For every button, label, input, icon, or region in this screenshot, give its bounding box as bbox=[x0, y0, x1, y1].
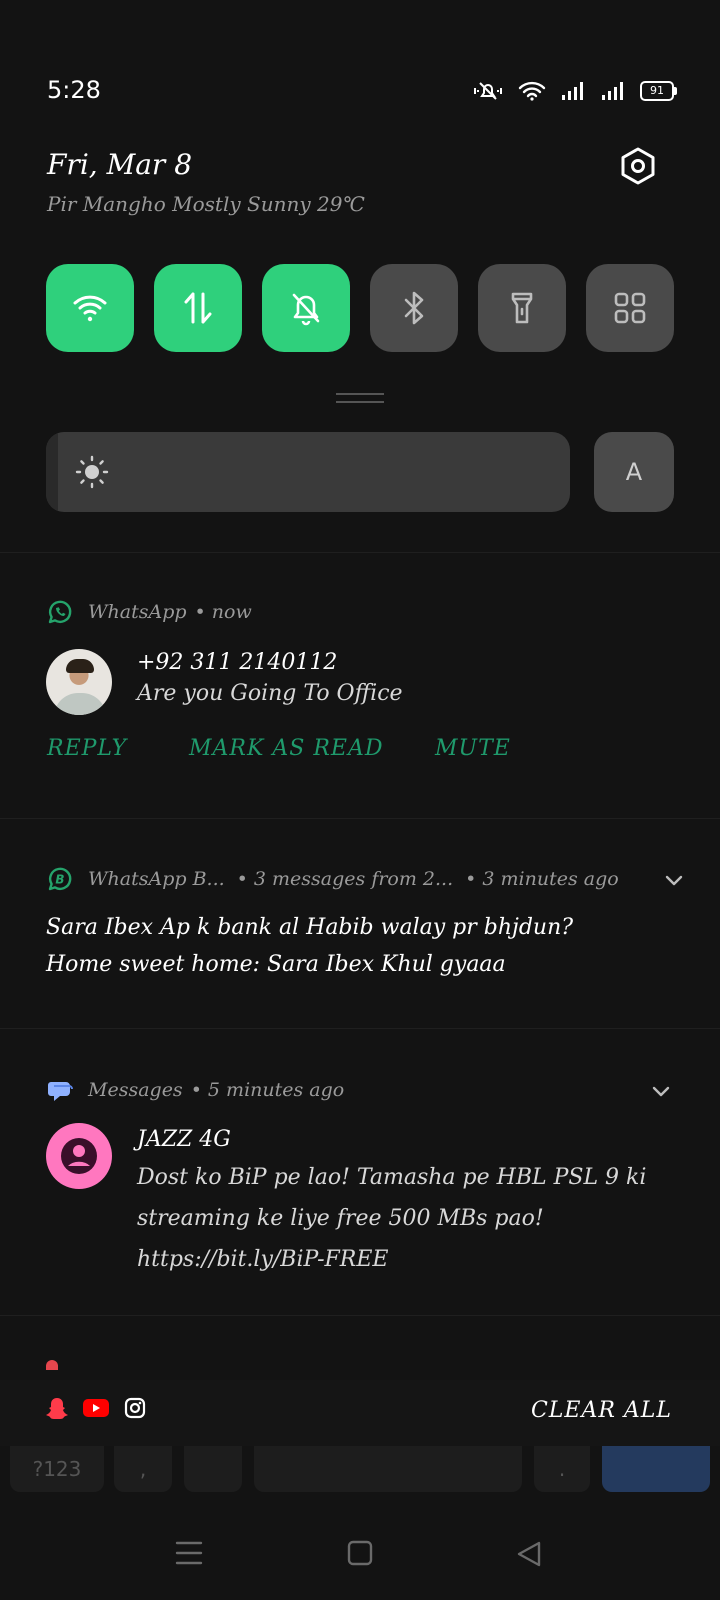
person-icon bbox=[61, 1138, 97, 1174]
tile-wifi[interactable] bbox=[46, 264, 134, 352]
notification-sender: +92 311 2140112 bbox=[137, 650, 338, 675]
app-name: WhatsApp bbox=[88, 601, 187, 623]
weather-label: Pir Mangho Mostly Sunny 29℃ bbox=[47, 192, 365, 216]
notification-header[interactable]: B WhatsApp B... • 3 messages from 2... •… bbox=[46, 865, 619, 893]
avatar bbox=[46, 1123, 112, 1189]
divider bbox=[0, 818, 720, 819]
notification-time: • now bbox=[194, 601, 252, 623]
wifi-icon bbox=[518, 81, 546, 101]
notification-message: Are you Going To Office bbox=[137, 681, 403, 706]
partial-notification-icon bbox=[46, 1360, 58, 1370]
chevron-down-icon[interactable] bbox=[651, 1085, 671, 1099]
quick-settings-tiles bbox=[46, 264, 674, 352]
battery-icon: 91 bbox=[640, 81, 677, 101]
bell-off-icon bbox=[292, 293, 320, 326]
keyboard-comma-key: , bbox=[114, 1446, 172, 1492]
notification-header[interactable]: Messages • 5 minutes ago bbox=[46, 1076, 344, 1104]
snapchat-icon bbox=[46, 1398, 68, 1419]
clear-all-button[interactable]: CLEAR ALL bbox=[531, 1398, 672, 1423]
status-icons: 91 bbox=[472, 80, 677, 102]
date-label: Fri, Mar 8 bbox=[47, 148, 193, 181]
tile-mobile-data[interactable] bbox=[154, 264, 242, 352]
brightness-fill bbox=[46, 432, 58, 512]
keyboard-space-key bbox=[254, 1446, 522, 1492]
keyboard-emoji-key bbox=[184, 1446, 242, 1492]
notification-time: • 5 minutes ago bbox=[190, 1079, 345, 1101]
wifi-icon bbox=[73, 295, 107, 322]
signal-icon bbox=[562, 82, 583, 100]
avatar bbox=[46, 649, 112, 715]
notification-sender: JAZZ 4G bbox=[137, 1127, 231, 1152]
signal-icon bbox=[602, 82, 623, 100]
messages-icon bbox=[48, 1082, 73, 1101]
bluetooth-icon bbox=[404, 291, 424, 325]
auto-brightness-button[interactable]: A bbox=[594, 432, 674, 512]
whatsapp-business-icon: B bbox=[48, 867, 72, 891]
tile-bluetooth[interactable] bbox=[370, 264, 458, 352]
svg-text:B: B bbox=[55, 873, 64, 887]
keyboard-enter-key bbox=[602, 1446, 710, 1492]
notification-summary: • 3 messages from 2... bbox=[236, 868, 454, 890]
app-name: WhatsApp B... bbox=[88, 868, 225, 890]
tile-flashlight[interactable] bbox=[478, 264, 566, 352]
menu-icon[interactable] bbox=[175, 1540, 203, 1566]
app-name: Messages bbox=[88, 1079, 183, 1101]
youtube-icon bbox=[83, 1399, 109, 1417]
divider bbox=[0, 552, 720, 553]
notification-message: Dost ko BiP pe lao! Tamasha pe HBL PSL 9… bbox=[137, 1165, 647, 1272]
home-icon[interactable] bbox=[347, 1540, 373, 1566]
whatsapp-icon bbox=[48, 600, 72, 624]
footer-app-icons bbox=[46, 1396, 146, 1420]
notification-line: Sara Ibex Ap k bank al Habib walay pr bh… bbox=[46, 915, 574, 940]
grid-icon bbox=[614, 292, 646, 324]
divider bbox=[0, 1315, 720, 1316]
flashlight-icon bbox=[511, 292, 533, 324]
divider bbox=[0, 1028, 720, 1029]
reply-button[interactable]: REPLY bbox=[47, 736, 127, 761]
back-icon[interactable] bbox=[516, 1540, 542, 1568]
tile-mute[interactable] bbox=[262, 264, 350, 352]
gear-icon[interactable] bbox=[618, 146, 658, 186]
keyboard-period-key: . bbox=[534, 1446, 590, 1492]
notification-time: • 3 minutes ago bbox=[465, 868, 619, 890]
notification-header: WhatsApp • now bbox=[46, 598, 252, 626]
mark-as-read-button[interactable]: MARK AS READ bbox=[189, 736, 384, 761]
tile-more[interactable] bbox=[586, 264, 674, 352]
notification-line: Home sweet home: Sara Ibex Khul gyaaa bbox=[46, 952, 506, 977]
drag-handle[interactable] bbox=[336, 393, 384, 403]
keyboard-symbols-key: ?123 bbox=[10, 1446, 104, 1492]
instagram-icon bbox=[124, 1397, 146, 1419]
status-time: 5:28 bbox=[47, 76, 101, 104]
mute-notification-icon bbox=[474, 82, 502, 100]
sun-icon bbox=[75, 455, 109, 489]
chevron-down-icon[interactable] bbox=[664, 874, 684, 888]
mute-button[interactable]: MUTE bbox=[435, 736, 511, 761]
brightness-slider[interactable] bbox=[46, 432, 570, 512]
data-arrows-icon bbox=[184, 292, 212, 324]
